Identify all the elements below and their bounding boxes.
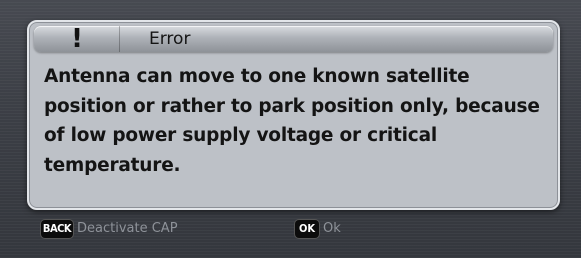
footer-key-hints: BACK Deactivate CAP OK Ok: [0, 220, 581, 244]
error-message: Antenna can move to one known satellite …: [44, 66, 540, 176]
ok-key-button[interactable]: OK: [295, 220, 319, 238]
error-dialog: ! Error Antenna can move to one known sa…: [27, 20, 560, 210]
back-key-label: Deactivate CAP: [77, 221, 178, 236]
ok-key-label: Ok: [323, 221, 341, 236]
dialog-title-bar: ! Error: [34, 24, 553, 54]
exclamation-icon: !: [71, 24, 83, 54]
dialog-title: Error: [149, 29, 191, 49]
tv-screen: ! Error Antenna can move to one known sa…: [0, 0, 581, 258]
back-key-button[interactable]: BACK: [41, 220, 73, 238]
title-bar-divider: [119, 26, 120, 52]
